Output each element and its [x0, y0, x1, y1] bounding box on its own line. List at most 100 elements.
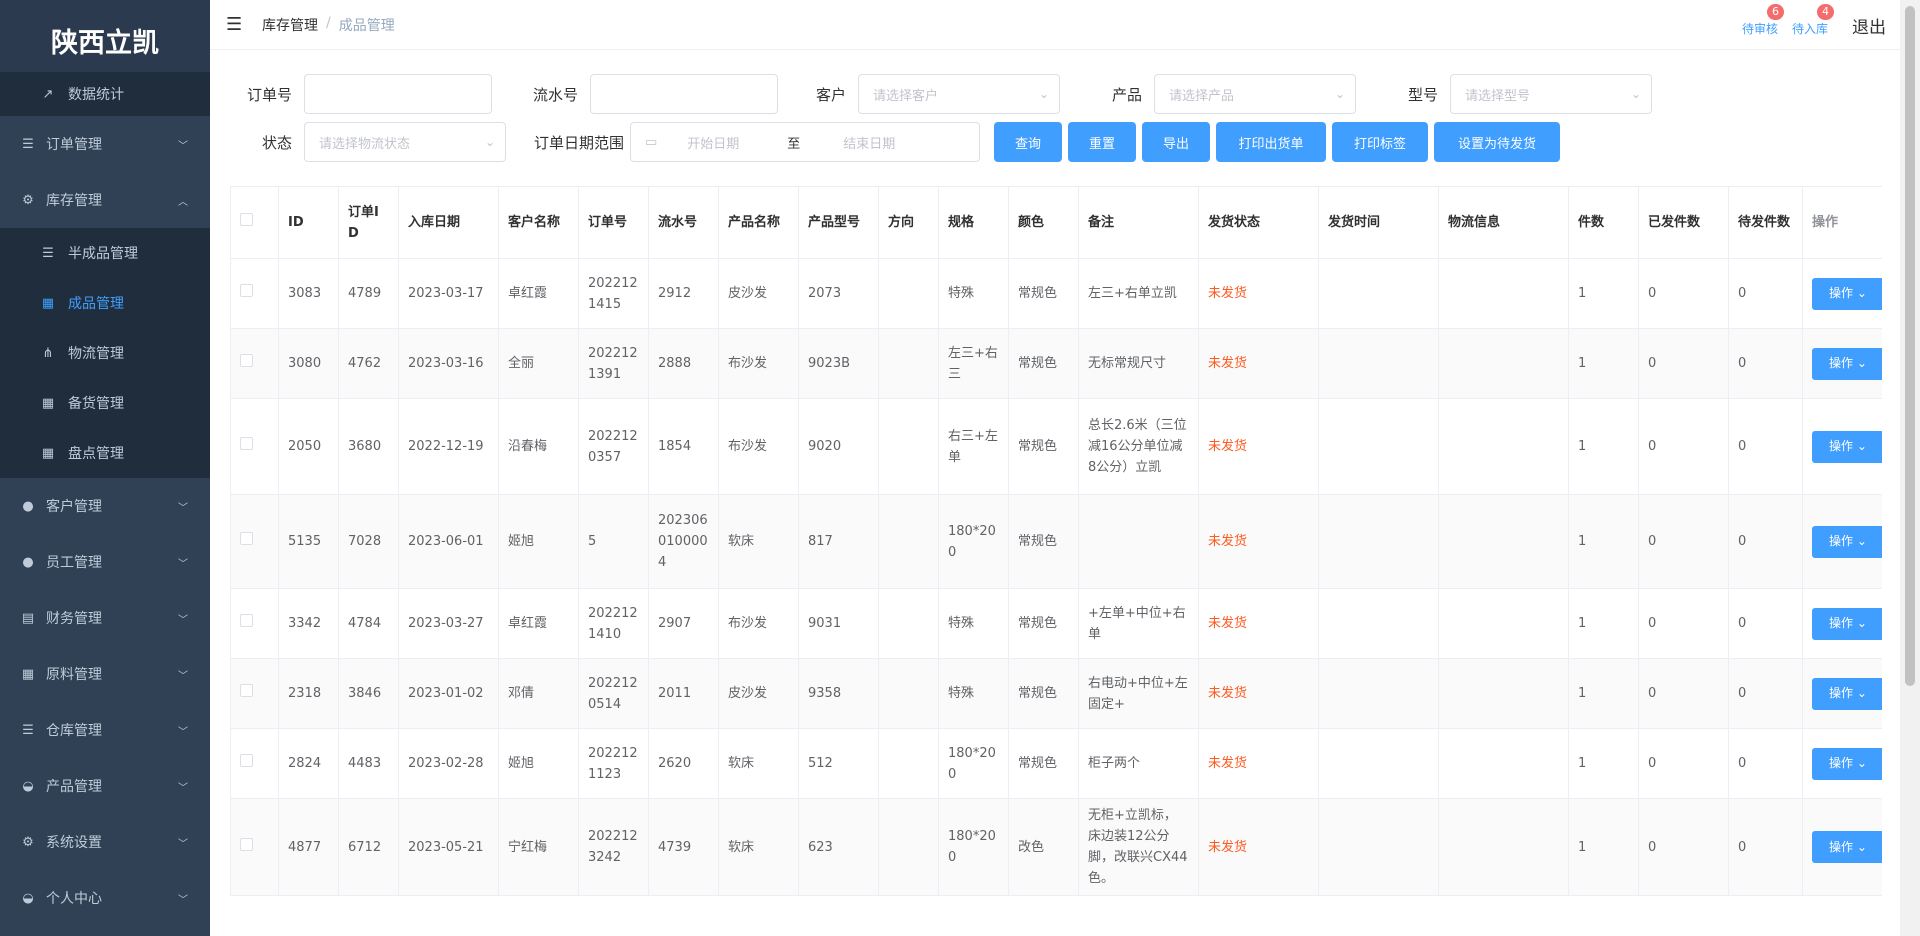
submenu-item[interactable]: ▦ 成品管理	[0, 278, 210, 328]
column-header: 规格	[938, 186, 1009, 259]
actions-cell: 操作 ⌄	[1802, 258, 1882, 329]
scrollbar-thumb[interactable]	[1905, 6, 1915, 686]
pending-review-link[interactable]: 待审核 6	[1742, 3, 1784, 37]
table-cell	[1318, 728, 1439, 799]
sidebar-item[interactable]: ● 客户管理 ﹀	[0, 478, 210, 534]
sidebar-item[interactable]: ● 员工管理 ﹀	[0, 534, 210, 590]
table-cell: 0	[1638, 658, 1729, 729]
sidebar-item[interactable]: ▦ 原料管理 ﹀	[0, 646, 210, 702]
table-cell: 总长2.6米（三位减16公分单位减8公分）立凯	[1078, 398, 1199, 495]
table-cell: 0	[1638, 728, 1729, 799]
table-cell: 1	[1568, 658, 1639, 729]
row-checkbox[interactable]	[240, 754, 253, 767]
table-row: 2824 4483 2023-02-28 姬旭 2022121123 2620 软床 512 1…	[230, 728, 1882, 799]
sidebar-item-label: 订单管理	[46, 137, 102, 153]
actions-dropdown-button[interactable]: 操作 ⌄	[1812, 347, 1882, 380]
actions-dropdown-button[interactable]: 操作 ⌄	[1812, 607, 1882, 640]
table-cell: 7028	[338, 494, 399, 589]
customer-select[interactable]: 请选择客户 ⌄	[858, 74, 1060, 114]
page-scrollbar[interactable]	[1900, 0, 1920, 936]
model-placeholder: 请选择型号	[1465, 88, 1531, 104]
actions-button-label: 操作	[1829, 756, 1854, 770]
table-cell: 9020	[798, 398, 879, 495]
product-select[interactable]: 请选择产品 ⌄	[1154, 74, 1356, 114]
row-checkbox[interactable]	[240, 437, 253, 450]
submenu-item-label: 半成品管理	[68, 246, 138, 262]
row-checkbox[interactable]	[240, 532, 253, 545]
table-cell: 未发货	[1198, 728, 1319, 799]
export-button[interactable]: 导出	[1142, 122, 1210, 162]
set-pending-ship-button[interactable]: 设置为待发货	[1434, 122, 1560, 162]
actions-dropdown-button[interactable]: 操作 ⌄	[1812, 677, 1882, 710]
status-select[interactable]: 请选择物流状态 ⌄	[304, 122, 506, 162]
submenu-item[interactable]: ▦ 备货管理	[0, 378, 210, 428]
chevron-down-icon: ⌄	[1630, 87, 1641, 101]
row-checkbox[interactable]	[240, 354, 253, 367]
model-select[interactable]: 请选择型号 ⌄	[1450, 74, 1652, 114]
pending-stock-link[interactable]: 待入库 4	[1792, 3, 1834, 37]
row-checkbox-cell	[230, 658, 279, 729]
sidebar-item-label: 库存管理	[46, 193, 102, 209]
sidebar-item[interactable]: ▤ 财务管理 ﹀	[0, 590, 210, 646]
table-cell: 0	[1728, 258, 1803, 329]
sidebar-item-label: 员工管理	[46, 555, 102, 571]
select-all-header	[230, 186, 279, 259]
table-cell: 3342	[278, 588, 339, 659]
submenu-item[interactable]: ▦ 盘点管理	[0, 428, 210, 478]
sidebar-item[interactable]: ☰ 仓库管理 ﹀	[0, 702, 210, 758]
table-cell	[1318, 494, 1439, 589]
sidebar-item[interactable]: ◒ 产品管理 ﹀	[0, 758, 210, 814]
row-checkbox-cell	[230, 798, 279, 896]
actions-dropdown-button[interactable]: 操作 ⌄	[1812, 525, 1882, 558]
sidebar-item[interactable]: ⚙ 库存管理 ︿	[0, 172, 210, 228]
sidebar-item-stats[interactable]: ↗ 数据统计	[0, 72, 210, 116]
sidebar-item[interactable]: ☰ 订单管理 ﹀	[0, 116, 210, 172]
table-row: 4877 6712 2023-05-21 宁红梅 2022123242 4739 软床 623…	[230, 798, 1882, 896]
table-cell: 0	[1638, 258, 1729, 329]
actions-dropdown-button[interactable]: 操作 ⌄	[1812, 831, 1882, 863]
print-shipping-button[interactable]: 打印出货单	[1216, 122, 1326, 162]
actions-cell: 操作 ⌄	[1802, 658, 1882, 729]
table-cell: 4483	[338, 728, 399, 799]
row-checkbox[interactable]	[240, 284, 253, 297]
row-checkbox[interactable]	[240, 614, 253, 627]
submenu-item[interactable]: ☰ 半成品管理	[0, 228, 210, 278]
actions-dropdown-button[interactable]: 操作 ⌄	[1812, 430, 1882, 463]
actions-button-label: 操作	[1829, 286, 1854, 300]
table-cell	[878, 588, 939, 659]
table-cell: 2022121123	[578, 728, 649, 799]
breadcrumb-item-current: 成品管理	[338, 17, 395, 34]
table-row: 5135 7028 2023-06-01 姬旭 5 2023060100004 软床 817 1…	[230, 494, 1882, 589]
select-all-checkbox[interactable]	[240, 213, 253, 226]
dashboard-icon: ◒	[22, 890, 34, 906]
table-cell: 常规色	[1008, 588, 1079, 659]
row-checkbox[interactable]	[240, 684, 253, 697]
actions-dropdown-button[interactable]: 操作 ⌄	[1812, 747, 1882, 780]
end-date-input[interactable]: 结束日期	[843, 133, 895, 152]
actions-cell: 操作 ⌄	[1802, 588, 1882, 659]
column-header: 产品型号	[798, 186, 879, 259]
submenu: ☰ 半成品管理 ▦ 成品管理 ⋔ 物流管理 ▦ 备货管理 ▦ 盘点管理	[0, 228, 210, 478]
actions-cell: 操作 ⌄	[1802, 728, 1882, 799]
table-cell: 4789	[338, 258, 399, 329]
date-range-picker[interactable]: ▭ 开始日期 至 结束日期	[630, 122, 980, 162]
sidebar-item[interactable]: ◒ 个人中心 ﹀	[0, 870, 210, 926]
hamburger-icon[interactable]: ☰	[226, 14, 246, 35]
table-cell	[878, 494, 939, 589]
actions-dropdown-button[interactable]: 操作 ⌄	[1812, 277, 1882, 310]
start-date-input[interactable]: 开始日期	[687, 133, 787, 152]
search-button[interactable]: 查询	[994, 122, 1062, 162]
serial-no-input[interactable]	[590, 74, 778, 114]
print-label-button[interactable]: 打印标签	[1332, 122, 1428, 162]
table-cell: 卓红霞	[498, 258, 579, 329]
table-cell: 1	[1568, 798, 1639, 896]
order-no-input[interactable]	[304, 74, 492, 114]
sidebar-item[interactable]: ⚙ 系统设置 ﹀	[0, 814, 210, 870]
row-checkbox[interactable]	[240, 837, 253, 851]
reset-button[interactable]: 重置	[1068, 122, 1136, 162]
table-cell	[1078, 494, 1199, 589]
submenu-item[interactable]: ⋔ 物流管理	[0, 328, 210, 378]
breadcrumb-item[interactable]: 库存管理	[262, 15, 318, 35]
logout-button[interactable]: 退出	[1852, 13, 1886, 38]
order-no-label: 订单号	[246, 85, 292, 104]
